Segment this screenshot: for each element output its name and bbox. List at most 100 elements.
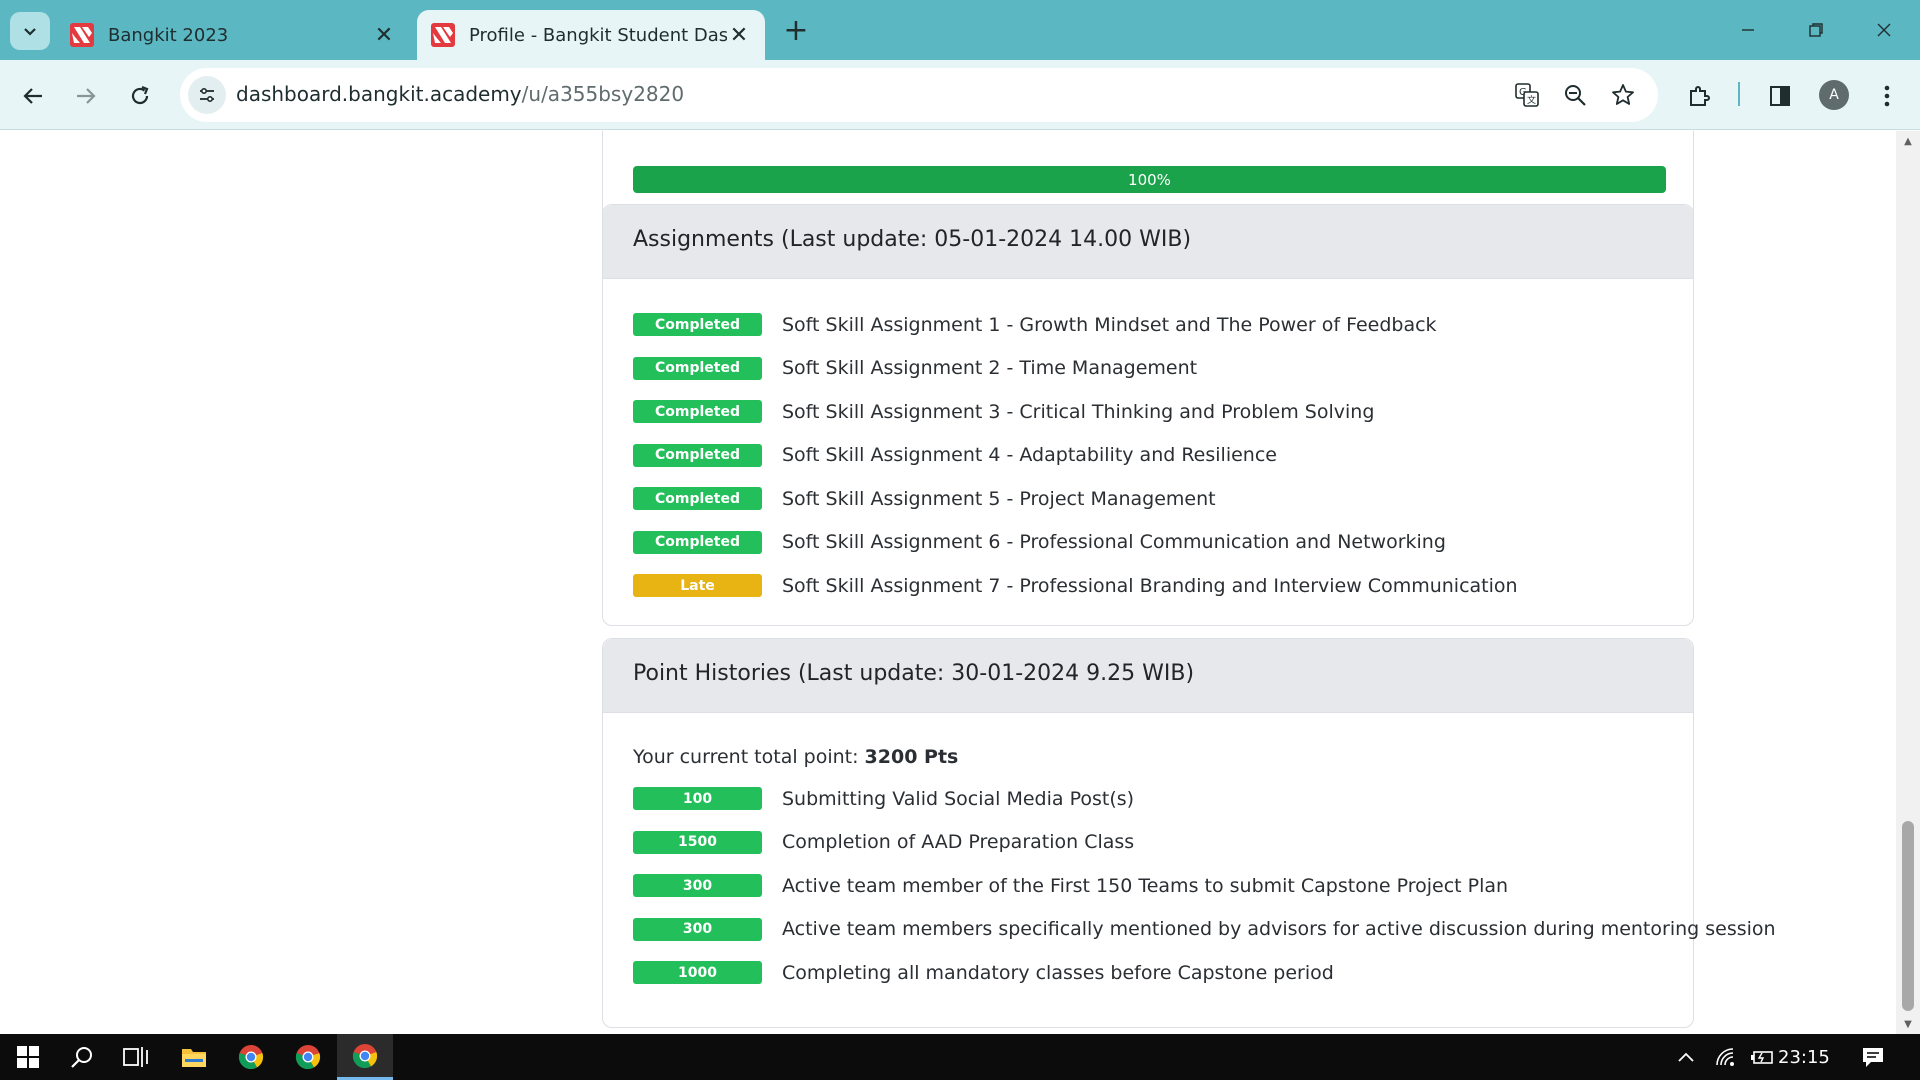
page-scrollbar[interactable]: ▲ ▼ [1896,131,1920,1034]
point-histories-title: Point Histories (Last update: 30-01-2024… [633,661,1195,686]
taskbar-clock[interactable]: 23:15 [1778,1047,1830,1068]
close-tab-icon[interactable]: ✕ [727,23,751,48]
assignment-row: Completed Soft Skill Assignment 3 - Crit… [633,390,1663,434]
arrow-left-icon [23,88,42,104]
toolbar-divider [1738,82,1740,106]
restore-icon [1809,23,1823,37]
point-row: 100 Submitting Valid Social Media Post(s… [633,777,1663,821]
scrollbar-thumb[interactable] [1902,821,1914,1011]
status-badge: Completed [633,487,762,511]
star-icon [1612,84,1634,105]
battery-button[interactable] [1744,1034,1780,1080]
progress-label: 100% [1128,170,1171,189]
profile-avatar[interactable]: A [1819,80,1849,110]
assignment-name: Soft Skill Assignment 3 - Critical Think… [782,400,1375,423]
forward-button[interactable] [66,76,106,116]
status-badge: Completed [633,356,762,380]
assignment-row: Completed Soft Skill Assignment 4 - Adap… [633,434,1663,478]
status-badge: Completed [633,530,762,554]
tab-search-button[interactable] [10,12,50,50]
point-histories-list: Your current total point: 3200 Pts 100 S… [603,713,1776,995]
extensions-button[interactable] [1679,76,1719,116]
point-row: 1000 Completing all mandatory classes be… [633,951,1663,995]
assignment-name: Soft Skill Assignment 4 - Adaptability a… [782,444,1277,467]
progress-bar: 100% [633,166,1666,193]
tab-profile[interactable]: Profile - Bangkit Student Dashb ✕ [417,10,765,60]
tune-icon [200,87,214,103]
close-icon [1877,23,1891,37]
show-hidden-icons-button[interactable] [1668,1034,1704,1080]
side-panel-icon [1770,86,1790,106]
translate-button[interactable]: G文 [1511,79,1543,111]
chrome-icon [295,1045,321,1070]
network-button[interactable] [1708,1034,1744,1080]
close-tab-icon[interactable]: ✕ [372,23,396,48]
close-window-button[interactable] [1854,10,1914,50]
point-row: 300 Active team members specifically men… [633,908,1776,952]
points-badge: 1500 [633,830,762,854]
points-badge: 100 [633,787,762,811]
start-button[interactable] [0,1034,56,1080]
puzzle-icon [1690,86,1710,106]
points-badge: 300 [633,917,762,941]
status-badge: Completed [633,443,762,467]
minimize-button[interactable] [1718,10,1778,50]
chrome-taskbar-button[interactable] [223,1034,279,1080]
translate-icon: G文 [1515,83,1539,107]
point-histories-header: Point Histories (Last update: 30-01-2024… [603,639,1693,713]
minimize-icon [1742,29,1754,31]
file-explorer-button[interactable] [166,1034,222,1080]
reload-icon [131,85,149,105]
battery-icon [1751,1051,1773,1064]
windows-taskbar: 23:15 [0,1034,1920,1080]
chrome-icon [238,1045,264,1070]
bangkit-favicon-icon [70,23,94,47]
assignment-name: Soft Skill Assignment 2 - Time Managemen… [782,357,1198,380]
chrome-taskbar-button[interactable] [280,1034,336,1080]
chevron-down-icon [24,28,36,36]
site-info-button[interactable] [188,76,226,114]
restore-button[interactable] [1786,10,1846,50]
tab-bangkit-2023[interactable]: Bangkit 2023 ✕ [56,10,410,60]
more-vert-icon [1884,85,1890,107]
page-viewport: 100% Assignments (Last update: 05-01-202… [0,131,1896,1034]
side-panel-button[interactable] [1760,76,1800,116]
tab-title: Bangkit 2023 [108,24,229,46]
url-text[interactable]: dashboard.bangkit.academy/u/a355bsy2820 [236,82,684,106]
chrome-icon [352,1043,378,1068]
assignment-name: Soft Skill Assignment 7 - Professional B… [782,574,1518,597]
assignment-row: Completed Soft Skill Assignment 2 - Time… [633,347,1663,391]
notification-icon [1863,1048,1883,1067]
assignment-name: Soft Skill Assignment 1 - Growth Mindset… [782,313,1437,336]
zoom-button[interactable] [1559,79,1591,111]
new-tab-button[interactable]: + [780,13,812,48]
total-points: Your current total point: 3200 Pts [633,737,1663,777]
assignment-row: Late Soft Skill Assignment 7 - Professio… [633,564,1663,608]
notification-center-button[interactable] [1850,1034,1896,1080]
back-button[interactable] [13,76,53,116]
assignments-header: Assignments (Last update: 05-01-2024 14.… [603,205,1693,279]
total-points-label: Your current total point: [633,746,859,768]
svg-text:文: 文 [1527,94,1536,106]
browser-menu-button[interactable] [1867,76,1907,116]
assignment-row: Completed Soft Skill Assignment 1 - Grow… [633,303,1663,347]
scroll-down-arrow[interactable]: ▼ [1896,1014,1920,1034]
point-description: Active team members specifically mention… [782,918,1776,941]
wifi-icon [1716,1048,1734,1066]
chrome-taskbar-button-active[interactable] [337,1034,393,1080]
taskbar-search-button[interactable] [54,1034,110,1080]
address-bar[interactable]: dashboard.bangkit.academy/u/a355bsy2820 … [180,68,1658,122]
total-points-value: 3200 Pts [864,746,959,768]
assignment-name: Soft Skill Assignment 6 - Professional C… [782,531,1446,554]
tab-title: Profile - Bangkit Student Dashb [469,24,727,46]
assignments-title: Assignments (Last update: 05-01-2024 14.… [633,227,1192,252]
scroll-up-arrow[interactable]: ▲ [1896,131,1920,151]
point-histories-card: Point Histories (Last update: 30-01-2024… [602,638,1776,1028]
status-badge: Completed [633,400,762,424]
zoom-out-icon [1565,85,1586,106]
task-view-button[interactable] [108,1034,164,1080]
reload-button[interactable] [120,76,160,116]
bookmark-button[interactable] [1607,79,1639,111]
assignment-row: Completed Soft Skill Assignment 5 - Proj… [633,477,1663,521]
point-description: Completion of AAD Preparation Class [782,831,1135,854]
